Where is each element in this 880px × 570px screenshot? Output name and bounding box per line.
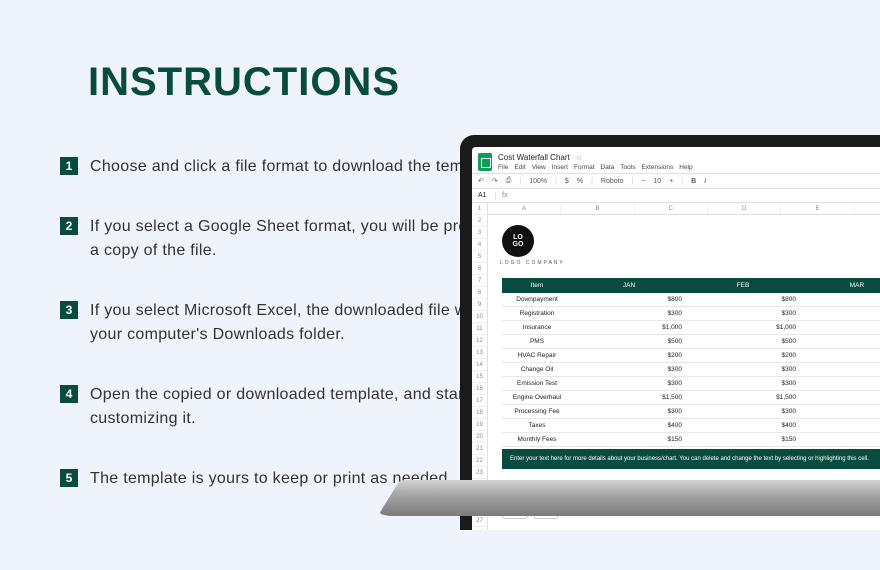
menu-item: File (498, 164, 508, 171)
column-headers: ABCDEF (488, 203, 880, 215)
star-icon: ☆ (576, 155, 582, 162)
menu-item: Extensions (641, 164, 673, 171)
fx-icon: fx (496, 192, 507, 199)
step-number: 1 (60, 157, 78, 175)
menu-item: Help (679, 164, 692, 171)
logo-subtitle: LOGO COMPANY (500, 260, 880, 266)
print-icon: ⎙ (506, 177, 512, 185)
menu-item: Edit (514, 164, 525, 171)
menu-item: Format (574, 164, 595, 171)
laptop-screen-frame: Cost Waterfall Chart ☆ File Edit View In… (460, 135, 880, 530)
menu-bar: File Edit View Insert Format Data Tools … (498, 164, 693, 171)
step-number: 5 (60, 469, 78, 487)
step-number: 2 (60, 217, 78, 235)
laptop-base (378, 480, 880, 516)
note-bar: Enter your text here for more details ab… (502, 449, 880, 469)
font-size: 10 (653, 178, 661, 185)
menu-item: Tools (620, 164, 635, 171)
zoom-level: 100% (529, 178, 547, 185)
toolbar: ↶ ↷ ⎙ | 100% | $% | Roboto | − 10 + | B … (472, 173, 880, 189)
google-sheets-icon (478, 153, 492, 171)
cell-reference: A1 (472, 192, 496, 199)
doc-title: Cost Waterfall Chart (498, 153, 570, 162)
menu-item: View (532, 164, 546, 171)
italic-icon: I (704, 178, 706, 185)
menu-item: Data (601, 164, 615, 171)
laptop-mockup: Cost Waterfall Chart ☆ File Edit View In… (440, 60, 880, 570)
bold-icon: B (691, 178, 696, 185)
laptop-screen: Cost Waterfall Chart ☆ File Edit View In… (472, 147, 880, 530)
redo-icon: ↷ (492, 177, 498, 185)
sheets-header: Cost Waterfall Chart ☆ File Edit View In… (472, 147, 880, 173)
logo-icon: LOGO (502, 225, 534, 257)
undo-icon: ↶ (478, 177, 484, 185)
font-name: Roboto (601, 178, 624, 185)
menu-item: Insert (552, 164, 568, 171)
data-table: ItemJANFEBMARDownpayment$800$800$800Regi… (502, 278, 880, 447)
step-number: 3 (60, 301, 78, 319)
formula-bar: A1 fx (472, 189, 880, 203)
step-number: 4 (60, 385, 78, 403)
